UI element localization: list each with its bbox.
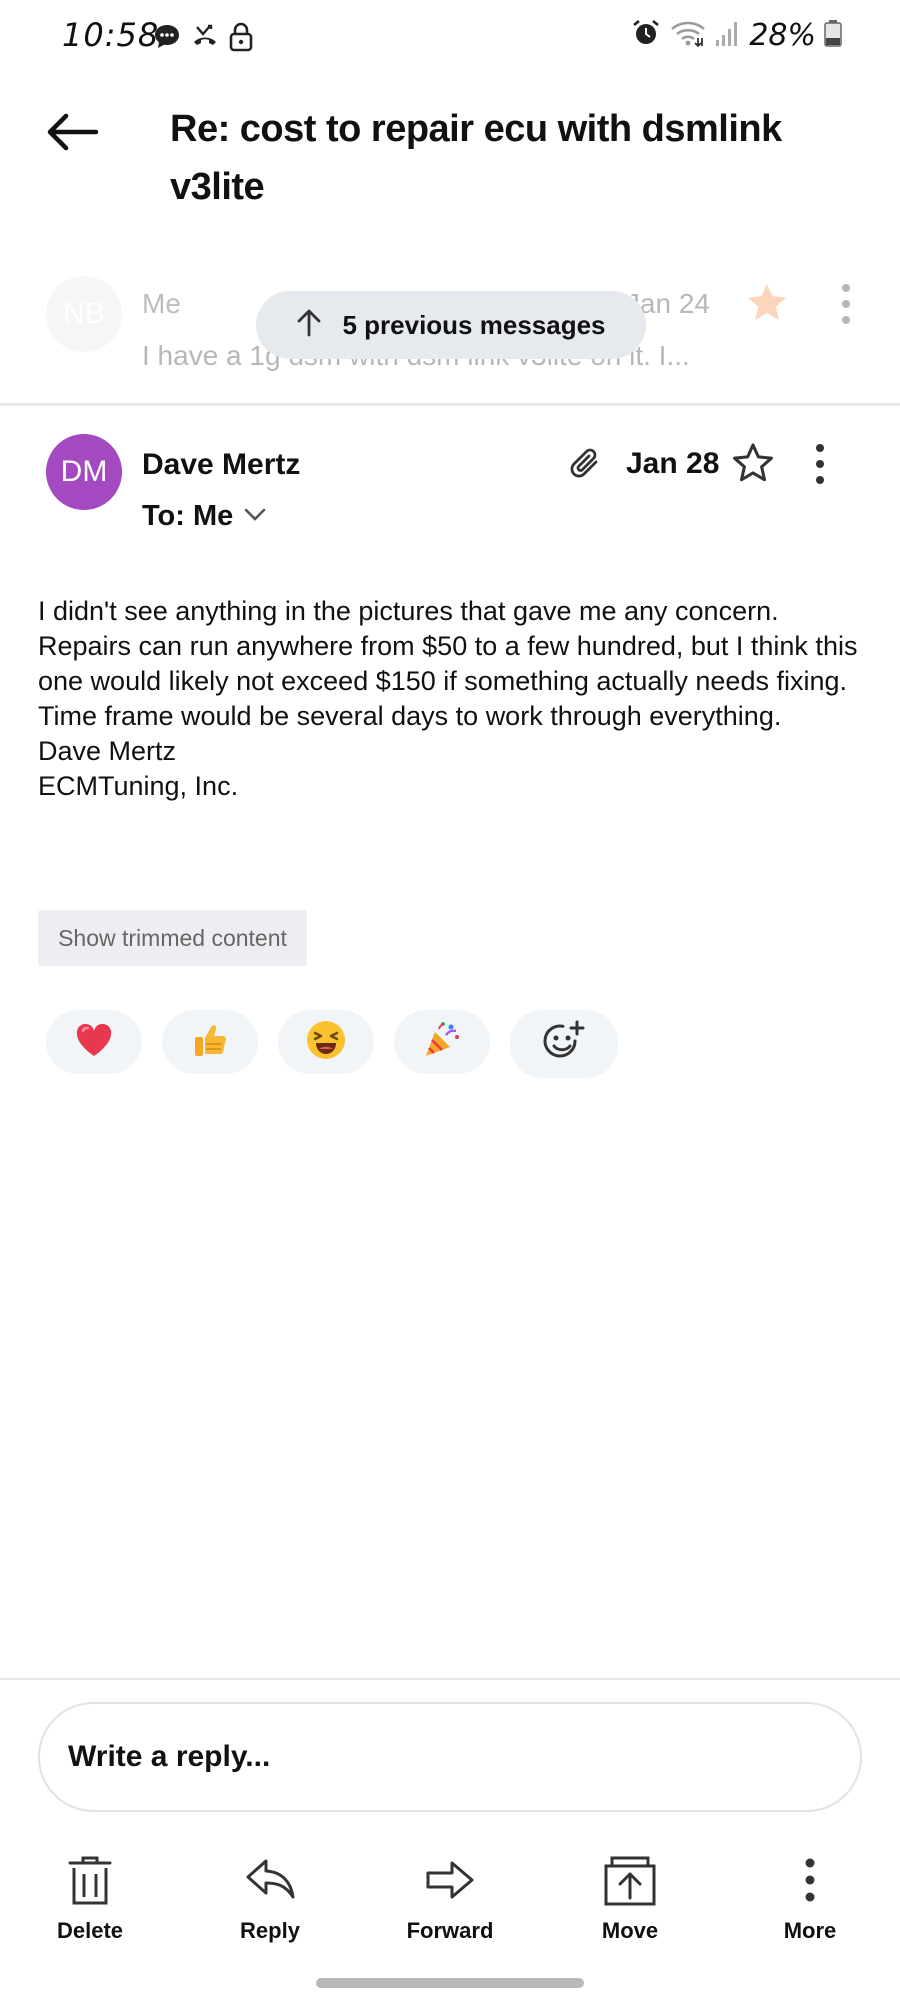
- more-vertical-icon: [803, 1852, 817, 1908]
- party-popper-icon: [421, 1019, 463, 1066]
- previous-messages-label: 5 previous messages: [342, 309, 606, 340]
- reply-input[interactable]: Write a reply...: [38, 1702, 862, 1812]
- laughing-face-icon: [305, 1019, 347, 1066]
- signal-icon: [715, 18, 741, 53]
- show-trimmed-content-button[interactable]: Show trimmed content: [38, 910, 307, 966]
- divider: [0, 403, 900, 406]
- message-date: Jan 28: [626, 447, 720, 480]
- move-icon: [602, 1852, 658, 1908]
- chat-bubble-icon: [152, 22, 182, 57]
- paperclip-icon: [566, 444, 606, 489]
- arrow-up-icon: [296, 309, 322, 342]
- heart-reaction[interactable]: [46, 1010, 142, 1074]
- thumbs-up-icon: [190, 1020, 230, 1065]
- missed-call-icon: [190, 22, 220, 57]
- battery-percent: 28%: [749, 18, 816, 53]
- delete-label: Delete: [56, 1918, 124, 1943]
- previous-messages-button[interactable]: 5 previous messages: [256, 291, 646, 359]
- status-bar: 10:58 28%: [0, 0, 900, 76]
- battery-icon: [824, 18, 842, 53]
- forward-button[interactable]: Forward: [360, 1852, 540, 1962]
- lock-icon: [228, 22, 254, 57]
- wifi-icon: [669, 18, 707, 53]
- avatar: NB: [46, 276, 122, 352]
- reply-label: Reply: [240, 1918, 300, 1943]
- divider: [0, 1678, 900, 1680]
- star-outline-icon[interactable]: [730, 440, 776, 491]
- delete-button[interactable]: Delete: [0, 1852, 180, 1962]
- email-subject: Re: cost to repair ecu with dsmlink v3li…: [170, 108, 782, 208]
- reply-placeholder: Write a reply...: [68, 1740, 271, 1773]
- recipient-label: To: Me: [142, 500, 234, 532]
- recipients-toggle[interactable]: To: Me: [142, 500, 267, 533]
- reply-icon: [244, 1852, 296, 1908]
- reactions-bar: [46, 1010, 618, 1078]
- more-vertical-icon[interactable]: [838, 282, 854, 331]
- status-time: 10:58: [62, 16, 160, 54]
- alarm-icon: [631, 18, 661, 53]
- sender-avatar[interactable]: DM: [46, 434, 122, 510]
- message-body: I didn't see anything in the pictures th…: [38, 594, 868, 804]
- add-reaction-button[interactable]: [510, 1010, 618, 1078]
- reply-button[interactable]: Reply: [180, 1852, 360, 1962]
- email-header: Re: cost to repair ecu with dsmlink v3li…: [0, 90, 900, 230]
- sender-name[interactable]: Dave Mertz: [142, 448, 300, 482]
- heart-icon: [74, 1022, 114, 1063]
- move-button[interactable]: Move: [540, 1852, 720, 1962]
- star-filled-icon[interactable]: [744, 280, 790, 331]
- message-text: I didn't see anything in the pictures th…: [38, 596, 858, 731]
- action-toolbar: Delete Reply Forward Move More: [0, 1852, 900, 1962]
- forward-label: Forward: [406, 1918, 494, 1943]
- signature-name: Dave Mertz: [38, 736, 177, 766]
- party-reaction[interactable]: [394, 1010, 490, 1074]
- move-label: Move: [601, 1918, 659, 1943]
- more-button[interactable]: More: [720, 1852, 900, 1962]
- arrow-left-icon: [44, 112, 100, 157]
- signature-company: ECMTuning, Inc.: [38, 771, 239, 801]
- previous-message-from: Me: [142, 288, 181, 319]
- laughing-reaction[interactable]: [278, 1010, 374, 1074]
- home-indicator[interactable]: [316, 1978, 584, 1988]
- forward-icon: [424, 1852, 476, 1908]
- thumbs-up-reaction[interactable]: [162, 1010, 258, 1074]
- back-button[interactable]: [40, 102, 104, 166]
- add-emoji-icon: [541, 1019, 587, 1070]
- more-label: More: [783, 1918, 837, 1943]
- chevron-down-icon: [243, 506, 267, 527]
- more-vertical-icon[interactable]: [812, 442, 828, 491]
- trash-icon: [67, 1852, 113, 1908]
